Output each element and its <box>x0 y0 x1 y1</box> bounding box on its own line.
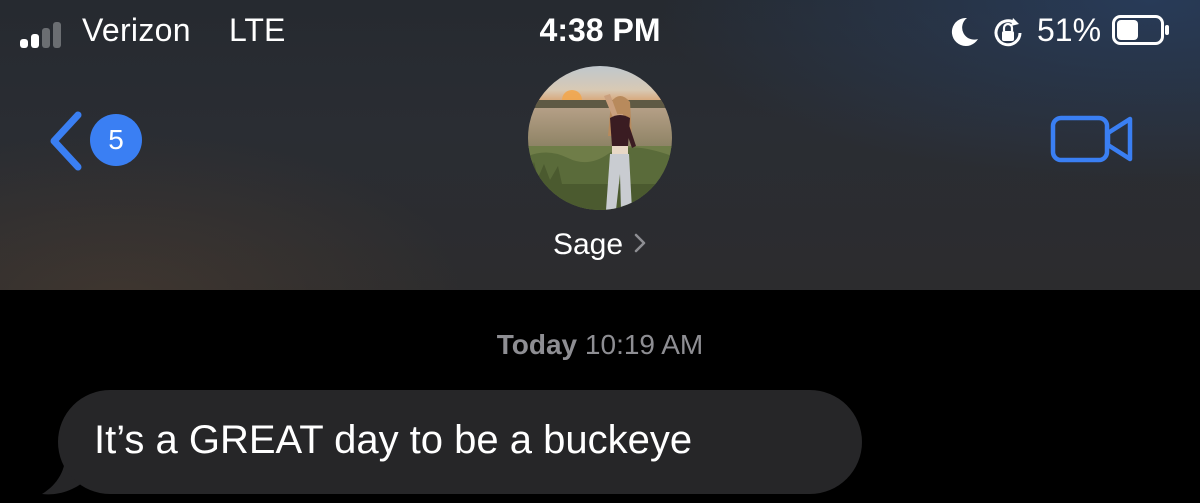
timestamp-time: 10:19 AM <box>584 329 704 360</box>
contact-name-row[interactable]: Sage <box>0 228 1200 262</box>
contact-name: Sage <box>552 228 624 261</box>
unread-count-badge[interactable]: 5 <box>90 114 142 166</box>
timestamp-day: Today <box>496 329 578 360</box>
conversation-header: Verizon LTE 4:38 PM 51% 5 Sage <box>0 0 1200 290</box>
status-bar: Verizon LTE 4:38 PM 51% <box>0 0 1200 64</box>
rotation-lock-icon <box>994 18 1022 47</box>
chevron-right-icon <box>633 228 647 262</box>
video-camera-icon[interactable] <box>1050 113 1134 165</box>
back-chevron-icon[interactable] <box>44 109 92 173</box>
message-timestamp: Today 10:19 AM <box>0 329 1200 361</box>
moon-icon <box>951 17 978 46</box>
contact-avatar[interactable] <box>528 66 672 210</box>
message-text: It’s a GREAT day to be a buckeye <box>94 418 693 462</box>
contact-photo <box>528 66 672 210</box>
battery-icon <box>1112 15 1169 45</box>
battery-percent: 51% <box>1037 12 1102 48</box>
